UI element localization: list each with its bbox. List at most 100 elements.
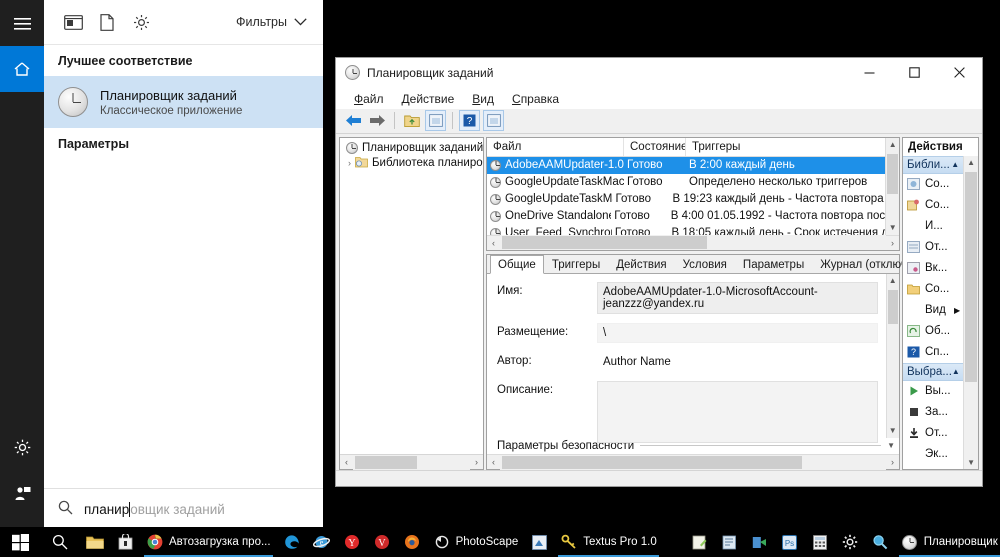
scroll-up-arrow[interactable]: ▲ — [887, 274, 899, 288]
vivaldi-button[interactable]: V — [367, 527, 397, 557]
refresh-view-button[interactable] — [483, 110, 504, 131]
gear-icon[interactable] — [0, 424, 44, 470]
tab-actions[interactable]: Действия — [608, 255, 674, 273]
tab-triggers[interactable]: Триггеры — [544, 255, 608, 273]
action-create-basic-task[interactable]: Со... — [903, 174, 963, 195]
chevron-up-icon[interactable]: ▲ — [951, 160, 959, 169]
file-explorer-button[interactable] — [80, 527, 110, 557]
action-view-submenu[interactable]: Вид ▶ — [903, 300, 963, 321]
scroll-thumb[interactable] — [502, 456, 802, 469]
action-new-folder[interactable]: Со... — [903, 279, 963, 300]
task-list-horizontal-scrollbar[interactable]: ‹ › — [487, 235, 899, 250]
scroll-thumb[interactable] — [965, 172, 977, 382]
scroll-thumb[interactable] — [502, 236, 707, 249]
close-button[interactable] — [937, 58, 982, 88]
action-refresh[interactable]: Об... — [903, 321, 963, 342]
converter-button[interactable] — [745, 527, 775, 557]
search-button[interactable] — [40, 527, 80, 557]
chevron-right-icon[interactable]: › — [348, 158, 351, 168]
filters-button[interactable]: Фильтры — [236, 15, 311, 29]
tree-item-root[interactable]: Планировщик заданий (Л — [340, 141, 483, 155]
column-header-file[interactable]: Файл — [487, 138, 624, 156]
hamburger-menu-icon[interactable] — [0, 0, 44, 46]
internet-explorer-button[interactable]: e — [307, 527, 337, 557]
microsoft-store-button[interactable] — [110, 527, 140, 557]
scroll-track[interactable] — [886, 152, 899, 221]
action-properties[interactable]: Св... — [903, 465, 963, 470]
scroll-up-arrow[interactable]: ▲ — [964, 156, 978, 170]
action-import-task[interactable]: И... — [903, 216, 963, 237]
form-vertical-scrollbar[interactable]: ▲ ▼ — [886, 274, 899, 438]
scroll-track[interactable] — [353, 455, 470, 470]
textus-pro-window-button[interactable]: Textus Pro 1.0 — [554, 527, 663, 557]
task-list-vertical-scrollbar[interactable]: ▲ ▼ — [885, 138, 899, 235]
forward-arrow-button[interactable] — [367, 110, 388, 131]
tab-general[interactable]: Общие — [490, 255, 544, 274]
home-icon[interactable] — [0, 46, 44, 92]
chrome-window-button[interactable]: Автозагрузка про... — [140, 527, 277, 557]
scroll-track[interactable] — [887, 288, 899, 424]
window-titlebar[interactable]: Планировщик заданий — [336, 58, 982, 88]
table-row[interactable]: AdobeAAMUpdater-1.0-... Готово В 2:00 ка… — [487, 157, 885, 174]
field-value-description[interactable] — [597, 381, 878, 443]
scroll-right-arrow[interactable]: › — [470, 457, 483, 467]
menu-view[interactable]: Вид — [463, 90, 503, 108]
properties-button[interactable] — [425, 110, 446, 131]
column-header-state[interactable]: Состояние — [624, 138, 686, 156]
scroll-down-arrow[interactable]: ▼ — [887, 424, 899, 438]
gear-icon[interactable] — [124, 7, 158, 37]
firefox-button[interactable] — [397, 527, 427, 557]
scroll-thumb[interactable] — [887, 154, 898, 194]
scroll-right-arrow[interactable]: › — [886, 238, 899, 248]
chevron-down-icon[interactable]: ▼ — [887, 441, 895, 450]
up-folder-button[interactable] — [401, 110, 422, 131]
table-row[interactable]: GoogleUpdateTaskMachi... Готово В 19:23 … — [487, 191, 885, 208]
action-run[interactable]: Вы... — [903, 381, 963, 402]
chevron-up-icon[interactable]: ▲ — [952, 367, 960, 376]
settings-button[interactable] — [835, 527, 865, 557]
search-tool-button[interactable] — [865, 527, 895, 557]
scroll-left-arrow[interactable]: ‹ — [487, 238, 500, 248]
action-enable-history[interactable]: Вк... — [903, 258, 963, 279]
editor-button[interactable] — [715, 527, 745, 557]
action-help[interactable]: ? Сп... — [903, 342, 963, 363]
actions-vertical-scrollbar[interactable]: ▲ ▼ — [963, 156, 978, 470]
scroll-track[interactable] — [500, 455, 886, 470]
edge-button[interactable] — [277, 527, 307, 557]
feedback-icon[interactable] — [0, 470, 44, 516]
menu-help[interactable]: Справка — [503, 90, 568, 108]
photoshop-button[interactable]: Ps — [775, 527, 805, 557]
back-arrow-button[interactable] — [343, 110, 364, 131]
actions-group-selected[interactable]: Выбра... ▲ — [903, 363, 963, 381]
scroll-left-arrow[interactable]: ‹ — [340, 457, 353, 467]
scroll-track[interactable] — [964, 170, 978, 456]
scroll-down-arrow[interactable]: ▼ — [886, 221, 899, 235]
tree-horizontal-scrollbar[interactable]: ‹ › — [340, 454, 483, 469]
search-input[interactable]: планировщик заданий — [44, 488, 323, 530]
menu-action[interactable]: Действие — [393, 90, 464, 108]
action-end[interactable]: За... — [903, 402, 963, 423]
scroll-left-arrow[interactable]: ‹ — [487, 457, 500, 467]
apps-icon[interactable] — [56, 7, 90, 37]
calculator-button[interactable] — [805, 527, 835, 557]
tree-item-library[interactable]: › Библиотека планиро — [340, 155, 483, 172]
app-button[interactable] — [524, 527, 554, 557]
table-row[interactable]: User_Feed_Synchronizatio... Готово В 18:… — [487, 225, 885, 235]
actions-group-library[interactable]: Библи... ▲ — [903, 156, 963, 174]
best-match-result[interactable]: Планировщик заданий Классическое приложе… — [44, 76, 323, 128]
table-row[interactable]: GoogleUpdateTaskMachi... Готово Определе… — [487, 174, 885, 191]
action-disable[interactable]: От... — [903, 423, 963, 444]
column-header-triggers[interactable]: Триггеры — [686, 138, 885, 156]
minimize-button[interactable] — [847, 58, 892, 88]
photoscape-window-button[interactable]: PhotoScape — [427, 527, 525, 557]
action-create-task[interactable]: Со... — [903, 195, 963, 216]
document-icon[interactable] — [90, 7, 124, 37]
detail-horizontal-scrollbar[interactable]: ‹ › — [487, 454, 899, 469]
scroll-track[interactable] — [500, 235, 886, 250]
scroll-up-arrow[interactable]: ▲ — [886, 138, 899, 152]
task-scheduler-window-button[interactable]: Планировщик за... — [895, 527, 1000, 557]
scroll-thumb[interactable] — [355, 456, 417, 469]
start-button[interactable] — [0, 527, 40, 557]
tab-settings[interactable]: Параметры — [735, 255, 812, 273]
table-row[interactable]: OneDrive Standalone Upd... Готово В 4:00… — [487, 208, 885, 225]
